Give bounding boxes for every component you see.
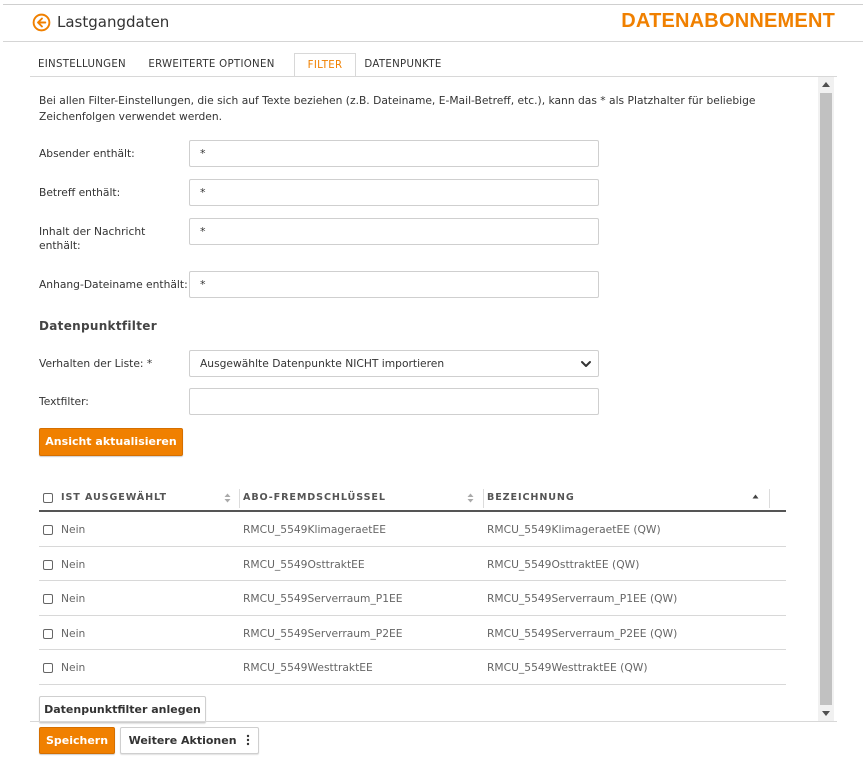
column-separator (239, 489, 240, 508)
cell-selected: Nein (61, 592, 86, 605)
page-title: Lastgangdaten (57, 13, 170, 31)
datenpunkt-table: IST AUSGEWÄHLT ABO-FREMDSCHLÜSSEL BEZEIC… (39, 485, 786, 685)
absender-label: Absender enthält: (39, 147, 135, 160)
cell-key: RMCU_5549Serverraum_P1EE (243, 592, 403, 605)
table-row[interactable]: Nein RMCU_5549WesttraktEE RMCU_5549Westt… (39, 650, 786, 685)
anhang-input[interactable]: * (189, 271, 599, 298)
column-ist-ausgewaehlt[interactable]: IST AUSGEWÄHLT (61, 485, 167, 510)
row-checkbox[interactable] (43, 559, 53, 570)
column-separator (483, 489, 484, 508)
table-header: IST AUSGEWÄHLT ABO-FREMDSCHLÜSSEL BEZEIC… (39, 485, 786, 512)
cell-selected: Nein (61, 523, 86, 536)
cell-selected: Nein (61, 557, 86, 571)
datenpunktfilter-anlegen-button[interactable]: Datenpunktfilter anlegen (39, 696, 206, 723)
verhalten-label: Verhalten der Liste: * (39, 357, 153, 370)
verhalten-selected-value: Ausgewählte Datenpunkte NICHT importiere… (200, 357, 445, 370)
column-abo-fremdschluessel[interactable]: ABO-FREMDSCHLÜSSEL (243, 485, 386, 510)
tab-filter[interactable]: FILTER (294, 53, 356, 77)
page-header: Lastgangdaten DATENABONNEMENT (3, 5, 863, 42)
scroll-down-arrow-icon[interactable] (822, 711, 830, 716)
tab-einstellungen[interactable]: EINSTELLUNGEN (30, 53, 134, 77)
vertical-dots-icon (247, 734, 250, 746)
absender-input[interactable]: * (189, 140, 599, 167)
filter-hint: Bei allen Filter-Einstellungen, die sich… (39, 94, 756, 123)
chevron-down-icon (581, 361, 591, 367)
cell-name: RMCU_5549Serverraum_P1EE (QW) (487, 592, 678, 605)
cell-key: RMCU_5549WesttraktEE (243, 661, 373, 674)
row-checkbox[interactable] (43, 663, 53, 673)
column-bezeichnung[interactable]: BEZEICHNUNG (487, 485, 575, 510)
vertical-scrollbar[interactable] (818, 77, 834, 721)
save-button[interactable]: Speichern (39, 727, 115, 754)
tab-datenpunkte[interactable]: DATENPUNKTE (362, 53, 444, 77)
anhang-label: Anhang-Dateiname enthält: (39, 278, 188, 291)
column-separator (769, 489, 770, 508)
ansicht-aktualisieren-button[interactable]: Ansicht aktualisieren (39, 428, 183, 456)
betreff-label: Betreff enthält: (39, 186, 121, 199)
row-checkbox[interactable] (43, 594, 53, 604)
arrow-left-circle-icon[interactable] (32, 13, 51, 32)
cell-key: RMCU_5549Serverraum_P2EE (243, 626, 403, 640)
cell-selected: Nein (61, 661, 86, 674)
inhalt-label: Inhalt der Nachricht enthält: (39, 225, 146, 252)
sort-icon[interactable] (467, 493, 474, 503)
table-row[interactable]: Nein RMCU_5549Serverraum_P2EE RMCU_5549S… (39, 616, 786, 650)
betreff-input[interactable]: * (189, 179, 599, 206)
inhalt-input[interactable]: * (189, 218, 599, 245)
cell-key: RMCU_5549KlimageraetEE (243, 523, 386, 536)
cell-key: RMCU_5549OsttraktEE (243, 557, 365, 571)
sort-ascending-icon[interactable] (752, 493, 759, 503)
verhalten-select[interactable]: Ausgewählte Datenpunkte NICHT importiere… (189, 350, 599, 377)
filter-panel: Bei allen Filter-Einstellungen, die sich… (30, 77, 820, 723)
row-checkbox[interactable] (43, 525, 53, 535)
datenpunktfilter-heading: Datenpunktfilter (39, 319, 157, 333)
table-row[interactable]: Nein RMCU_5549KlimageraetEE RMCU_5549Kli… (39, 512, 786, 547)
sort-icon[interactable] (224, 493, 231, 503)
cell-name: RMCU_5549OsttraktEE (QW) (487, 557, 640, 571)
footer-divider (30, 721, 837, 722)
cell-name: RMCU_5549WesttraktEE (QW) (487, 661, 648, 674)
more-actions-button[interactable]: Weitere Aktionen (120, 727, 259, 754)
more-actions-label: Weitere Aktionen (128, 734, 237, 747)
table-row[interactable]: Nein RMCU_5549Serverraum_P1EE RMCU_5549S… (39, 581, 786, 616)
select-all-checkbox[interactable] (43, 493, 53, 503)
textfilter-label: Textfilter: (39, 395, 89, 408)
cell-name: RMCU_5549Serverraum_P2EE (QW) (487, 626, 678, 640)
cell-selected: Nein (61, 626, 86, 640)
textfilter-input[interactable] (189, 388, 599, 415)
scroll-thumb[interactable] (820, 93, 832, 705)
brand-logo: DATENABONNEMENT (621, 10, 835, 32)
table-row[interactable]: Nein RMCU_5549OsttraktEE RMCU_5549Osttra… (39, 547, 786, 581)
scroll-up-arrow-icon[interactable] (822, 82, 830, 87)
tab-erweiterte-optionen[interactable]: ERWEITERTE OPTIONEN (143, 53, 280, 77)
cell-name: RMCU_5549KlimageraetEE (QW) (487, 523, 661, 536)
row-checkbox[interactable] (43, 628, 53, 639)
